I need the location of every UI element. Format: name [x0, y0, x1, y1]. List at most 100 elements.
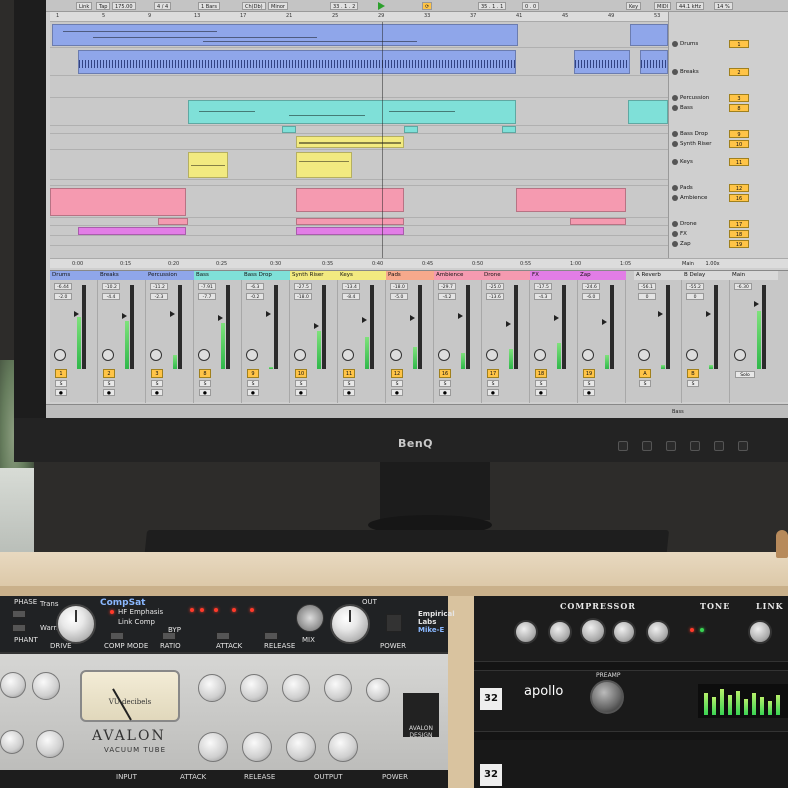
strip-volume[interactable]: -4.3 — [534, 293, 552, 300]
fader-handle[interactable] — [658, 311, 663, 317]
strip-volume[interactable]: -4.4 — [102, 293, 120, 300]
clip-drone-2[interactable] — [296, 218, 404, 225]
pan-knob[interactable] — [582, 349, 594, 361]
play-icon[interactable] — [378, 2, 385, 10]
strip-name[interactable]: A Reverb — [634, 271, 682, 280]
monitor-button[interactable] — [714, 441, 724, 451]
clip-drums-end[interactable] — [630, 24, 668, 46]
phase-button[interactable] — [12, 610, 26, 618]
avalon-knob[interactable] — [0, 730, 24, 754]
ratio-knob[interactable] — [580, 618, 606, 644]
release-button[interactable] — [264, 632, 278, 640]
signature-field[interactable]: 4 / 4 — [154, 2, 172, 10]
track-header-percussion[interactable]: Percussion — [671, 94, 727, 102]
release-knob[interactable] — [612, 620, 636, 644]
tempo-field[interactable]: 175.00 — [112, 2, 136, 10]
monitor-button[interactable] — [738, 441, 748, 451]
strip-volume[interactable]: -2.0 — [54, 293, 72, 300]
strip-name[interactable]: Drums — [50, 271, 98, 280]
key-root-select[interactable]: Ch(Db) — [242, 2, 266, 10]
clip-bass-drop-2[interactable] — [404, 126, 418, 133]
eq-knob[interactable] — [286, 732, 316, 762]
arm-button[interactable]: ● — [103, 389, 115, 396]
monitor-button[interactable] — [690, 441, 700, 451]
track-header-synth-riser[interactable]: Synth Riser — [671, 140, 727, 148]
arm-button[interactable]: ● — [391, 389, 403, 396]
arm-button[interactable]: ● — [151, 389, 163, 396]
track-number[interactable]: 11 — [729, 158, 749, 166]
pan-knob[interactable] — [734, 349, 746, 361]
track-activator[interactable]: 3 — [151, 369, 163, 378]
solo-button[interactable]: S — [535, 380, 547, 387]
strip-volume[interactable]: -0.2 — [246, 293, 264, 300]
track-number[interactable]: 19 — [729, 240, 749, 248]
solo-button[interactable]: S — [343, 380, 355, 387]
strip-name[interactable]: Synth Riser — [290, 271, 338, 280]
bar-ruler[interactable]: 1 5 9 13 17 21 25 29 33 37 41 45 49 53 — [50, 12, 668, 22]
fader-handle[interactable] — [122, 313, 127, 319]
track-number[interactable]: 10 — [729, 140, 749, 148]
tap-button[interactable]: Tap — [96, 2, 111, 10]
pan-knob[interactable] — [686, 349, 698, 361]
track-activator[interactable]: 2 — [103, 369, 115, 378]
track-activator[interactable]: 19 — [583, 369, 595, 378]
main-track-value[interactable]: 1.00x — [706, 261, 720, 267]
phant-button[interactable] — [12, 624, 26, 632]
fader-handle[interactable] — [602, 319, 607, 325]
clip-ambience-2[interactable] — [296, 188, 404, 212]
strip-volume[interactable]: -13.6 — [486, 293, 504, 300]
solo-button[interactable]: S — [391, 380, 403, 387]
clip-keys-2[interactable] — [296, 152, 352, 178]
strip-name[interactable]: Main — [730, 271, 778, 280]
key-map-button[interactable]: Key — [626, 2, 642, 10]
eq-knob[interactable] — [328, 732, 358, 762]
strip-volume[interactable]: -4.2 — [438, 293, 456, 300]
arm-button[interactable]: ● — [535, 389, 547, 396]
solo-button[interactable]: S — [439, 380, 451, 387]
out-knob[interactable] — [330, 604, 370, 644]
track-activator[interactable]: 17 — [487, 369, 499, 378]
strip-name[interactable]: Bass Drop — [242, 271, 290, 280]
monitor-button[interactable] — [666, 441, 676, 451]
track-number[interactable]: 2 — [729, 68, 749, 76]
track-activator[interactable]: A — [639, 369, 651, 378]
avalon-knob[interactable] — [36, 730, 64, 758]
track-number[interactable]: 18 — [729, 230, 749, 238]
clip-drums[interactable] — [52, 24, 518, 46]
fader-handle[interactable] — [410, 315, 415, 321]
pan-knob[interactable] — [102, 349, 114, 361]
comp-mode-button[interactable] — [110, 632, 124, 640]
strip-name[interactable]: Keys — [338, 271, 386, 280]
power-button[interactable] — [386, 614, 402, 632]
strip-name[interactable]: Ambience — [434, 271, 482, 280]
strip-volume[interactable]: -5.0 — [390, 293, 408, 300]
fader-handle[interactable] — [706, 311, 711, 317]
clip-keys[interactable] — [188, 152, 228, 178]
arm-button[interactable]: ● — [487, 389, 499, 396]
clip-ambience-3[interactable] — [516, 188, 626, 212]
clip-breaks-3[interactable] — [640, 50, 668, 74]
strip-volume[interactable]: -6.0 — [582, 293, 600, 300]
strip-name[interactable]: Pads — [386, 271, 434, 280]
strip-name[interactable]: Percussion — [146, 271, 194, 280]
track-number[interactable]: 17 — [729, 220, 749, 228]
strip-name[interactable]: Zap — [578, 271, 626, 280]
arm-button[interactable]: ● — [247, 389, 259, 396]
eq-knob[interactable] — [240, 674, 268, 702]
clip-synth-riser[interactable] — [296, 136, 404, 148]
fader-handle[interactable] — [554, 315, 559, 321]
strip-name[interactable]: Bass — [194, 271, 242, 280]
solo-button[interactable]: S — [687, 380, 699, 387]
strip-volume[interactable]: -7.7 — [198, 293, 216, 300]
pan-knob[interactable] — [294, 349, 306, 361]
track-number[interactable]: 1 — [729, 40, 749, 48]
arm-button[interactable]: ● — [295, 389, 307, 396]
link-knob[interactable] — [748, 620, 772, 644]
track-number[interactable]: 3 — [729, 94, 749, 102]
fader-handle[interactable] — [74, 311, 79, 317]
playhead[interactable] — [382, 22, 383, 258]
strip-name[interactable]: B Delay — [682, 271, 730, 280]
pan-knob[interactable] — [486, 349, 498, 361]
track-header-keys[interactable]: Keys — [671, 158, 727, 166]
strip-volume[interactable]: 0 — [686, 293, 704, 300]
